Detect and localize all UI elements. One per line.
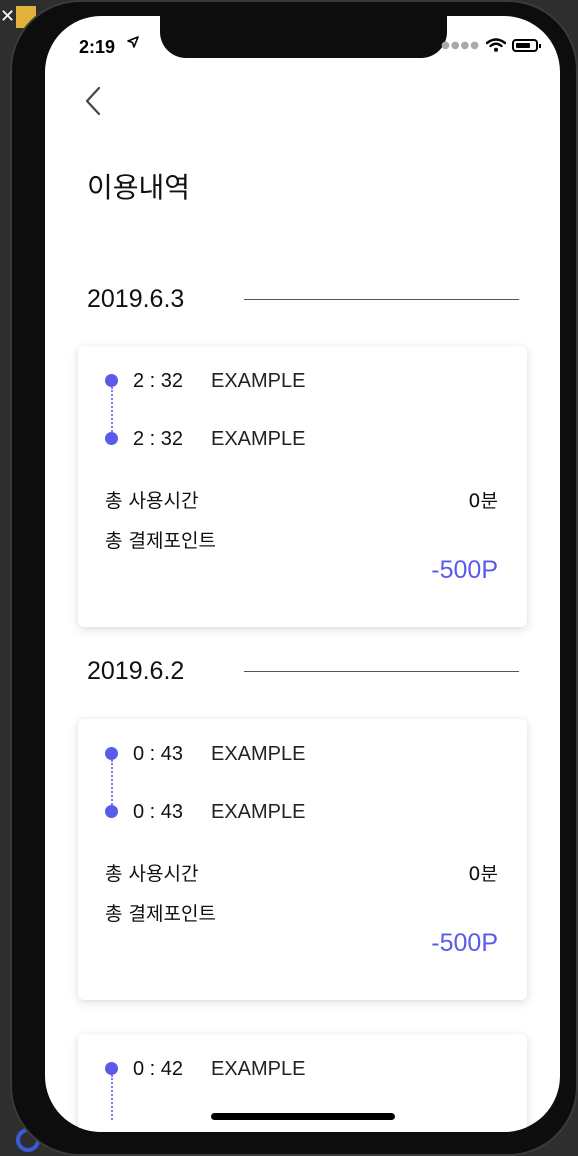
battery-icon: [512, 38, 541, 52]
end-time: 0 : 43: [133, 801, 184, 823]
end-dot-icon: [105, 805, 118, 818]
divider: [244, 671, 519, 672]
start-time: 0 : 42: [133, 1058, 184, 1080]
usage-time-label: 총 사용시간: [105, 863, 199, 885]
start-dot-icon: [105, 747, 118, 760]
start-time: 0 : 43: [133, 743, 184, 765]
app-screen: 2:19 ●●●● 이용내역 2019.6.3 2: 32 EXAMPLE 2…: [45, 16, 560, 1132]
usage-time-label: 총 사용시간: [105, 490, 199, 512]
signal-dots-icon: ●●●●: [441, 39, 480, 51]
end-place: EXAMPLE: [211, 428, 306, 450]
start-place: EXAMPLE: [211, 743, 306, 765]
end-dot-icon: [105, 432, 118, 445]
location-arrow-icon: [127, 36, 139, 52]
wifi-icon: [486, 38, 506, 52]
date-label: 2019.6.2: [87, 657, 185, 685]
start-place: EXAMPLE: [211, 370, 306, 392]
timeline-connector: [111, 760, 113, 805]
phone-frame: 2:19 ●●●● 이용내역 2019.6.3 2: 32 EXAMPLE 2…: [10, 0, 578, 1156]
page-title: 이용내역: [87, 172, 191, 203]
status-time: 2:19: [79, 37, 116, 57]
start-time: 2 : 32: [133, 370, 184, 392]
payment-points-value: -500P: [431, 556, 498, 584]
back-button[interactable]: [81, 84, 105, 118]
chevron-left-icon: [85, 86, 101, 116]
end-place: EXAMPLE: [211, 801, 306, 823]
status-indicators: ●●●●: [441, 38, 541, 52]
date-header: 2019.6.3: [87, 285, 519, 315]
payment-points-value: -500P: [431, 929, 498, 957]
history-card[interactable]: 0 : 43 EXAMPLE 0 : 43 EXAMPLE 총 사용시간 0분 …: [78, 719, 527, 1000]
usage-time-value: 0분: [468, 490, 498, 512]
end-time: 2 : 32: [133, 428, 184, 450]
payment-points-label: 총 결제포인트: [105, 530, 216, 552]
history-card[interactable]: 2 : 32 EXAMPLE 2 : 32 EXAMPLE 총 사용시간 0분 …: [78, 346, 527, 627]
timeline-connector: [111, 1075, 113, 1120]
date-label: 2019.6.3: [87, 285, 185, 313]
start-place: EXAMPLE: [211, 1058, 306, 1080]
date-header: 2019.6.2: [87, 657, 519, 687]
start-dot-icon: [105, 374, 118, 387]
divider: [244, 299, 519, 300]
close-icon[interactable]: ✕: [0, 6, 15, 27]
timeline-connector: [111, 387, 113, 432]
home-indicator[interactable]: [211, 1113, 395, 1120]
payment-points-label: 총 결제포인트: [105, 903, 216, 925]
device-notch: [160, 16, 447, 58]
usage-time-value: 0분: [468, 863, 498, 885]
start-dot-icon: [105, 1062, 118, 1075]
